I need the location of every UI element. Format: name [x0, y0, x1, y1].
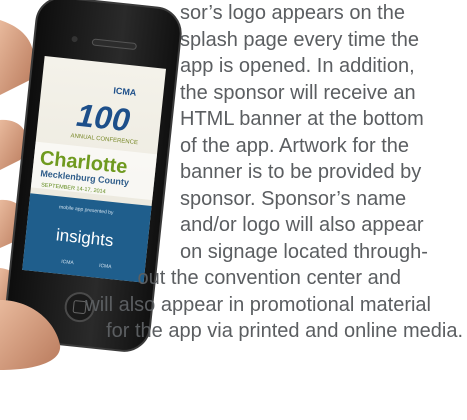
description-paragraph-upper: sor’s logo appears on the splash page ev…: [180, 0, 467, 265]
description-paragraph-lower: out the convention center and will also …: [0, 265, 467, 345]
text-line: sor’s logo appears on the: [180, 2, 405, 24]
text-line: sponsor. Sponsor’s name: [180, 187, 407, 210]
text-line: banner is to be provided by: [180, 161, 422, 183]
text-line: the sponsor will receive an: [180, 81, 416, 104]
text-line: splash page every time the: [180, 28, 420, 51]
text-line: HTML banner at the bottom: [180, 108, 424, 130]
text-line: and/or logo will also appear: [180, 214, 424, 236]
text-line: on signage located through-: [180, 240, 428, 263]
text-line: for the app via printed and online media…: [106, 320, 463, 342]
screen-anniversary-number: 100: [75, 97, 132, 138]
text-line: of the app. Artwork for the: [180, 134, 410, 157]
text-line: app is opened. In addition,: [180, 55, 415, 77]
hand-skin: [0, 20, 34, 95]
text-line: will also appear in promotional material: [85, 293, 431, 316]
text-line: out the convention center and: [137, 267, 401, 289]
